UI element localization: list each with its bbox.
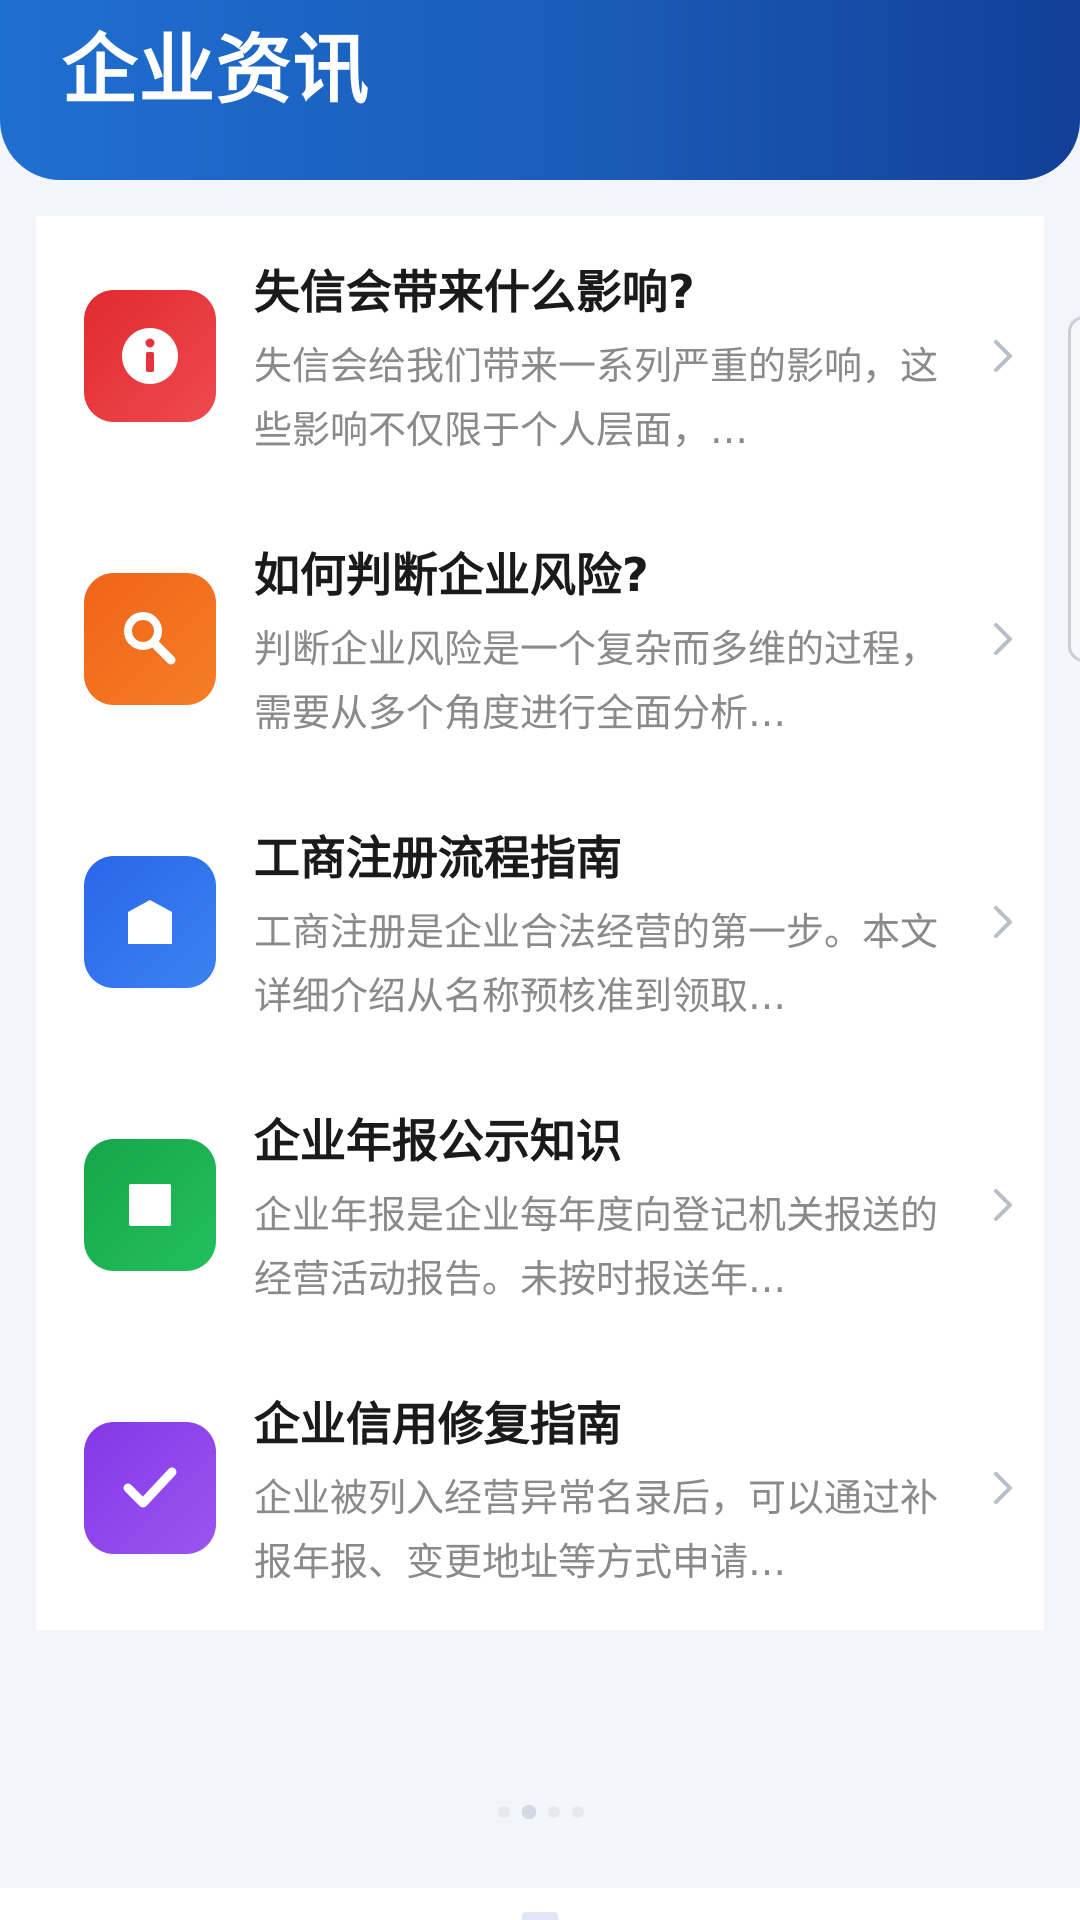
article-item-risk-assessment[interactable]: 如何判断企业风险? 判断企业风险是一个复杂而多维的过程，需要从多个角度进行全面分… — [36, 499, 1044, 782]
page-dot-active[interactable] — [522, 1805, 536, 1819]
article-title: 如何判断企业风险? — [254, 548, 649, 602]
article-item-annual-report[interactable]: 企业年报公示知识 企业年报是企业每年度向登记机关报送的经营活动报告。未按时报送年… — [36, 1065, 1044, 1348]
page-title: 企业资讯 — [62, 25, 370, 114]
side-scroll-handle[interactable] — [1068, 316, 1080, 662]
article-item-registration-guide[interactable]: 工商注册流程指南 工商注册是企业合法经营的第一步。本文详细介绍从名称预核准到领取… — [36, 782, 1044, 1065]
chevron-right-icon — [994, 906, 1012, 938]
chevron-right-icon — [994, 623, 1012, 655]
article-item-credit-repair[interactable]: 企业信用修复指南 企业被列入经营异常名录后，可以通过补报年报、变更地址等方式申请… — [36, 1348, 1044, 1631]
article-item-credit-impact[interactable]: 失信会带来什么影响? 失信会给我们带来一系列严重的影响，这些影响不仅限于个人层面… — [36, 216, 1044, 499]
article-summary: 失信会给我们带来一系列严重的影响，这些影响不仅限于个人层面，… — [254, 344, 939, 452]
chevron-right-icon — [994, 1472, 1012, 1504]
article-title: 企业年报公示知识 — [254, 1114, 622, 1168]
article-title: 失信会带来什么影响? — [254, 265, 695, 319]
info-icon — [84, 290, 216, 422]
page-dot[interactable] — [572, 1806, 584, 1818]
search-icon — [84, 573, 216, 705]
chevron-right-icon — [994, 340, 1012, 372]
home-indicator — [522, 1912, 558, 1920]
building-icon — [84, 856, 216, 988]
page-dot[interactable] — [548, 1806, 560, 1818]
page-dot[interactable] — [498, 1806, 510, 1818]
article-summary: 企业被列入经营异常名录后，可以通过补报年报、变更地址等方式申请… — [254, 1476, 939, 1584]
chevron-right-icon — [994, 1189, 1012, 1221]
page-header: 企业资讯 — [0, 0, 1080, 180]
check-icon — [84, 1422, 216, 1554]
article-summary: 工商注册是企业合法经营的第一步。本文详细介绍从名称预核准到领取… — [254, 910, 939, 1018]
article-list: 失信会带来什么影响? 失信会给我们带来一系列严重的影响，这些影响不仅限于个人层面… — [36, 216, 1044, 1630]
article-summary: 企业年报是企业每年度向登记机关报送的经营活动报告。未按时报送年… — [254, 1193, 939, 1301]
article-title: 企业信用修复指南 — [254, 1397, 622, 1451]
article-title: 工商注册流程指南 — [254, 831, 622, 885]
article-summary: 判断企业风险是一个复杂而多维的过程，需要从多个角度进行全面分析… — [254, 627, 939, 735]
document-icon — [84, 1139, 216, 1271]
